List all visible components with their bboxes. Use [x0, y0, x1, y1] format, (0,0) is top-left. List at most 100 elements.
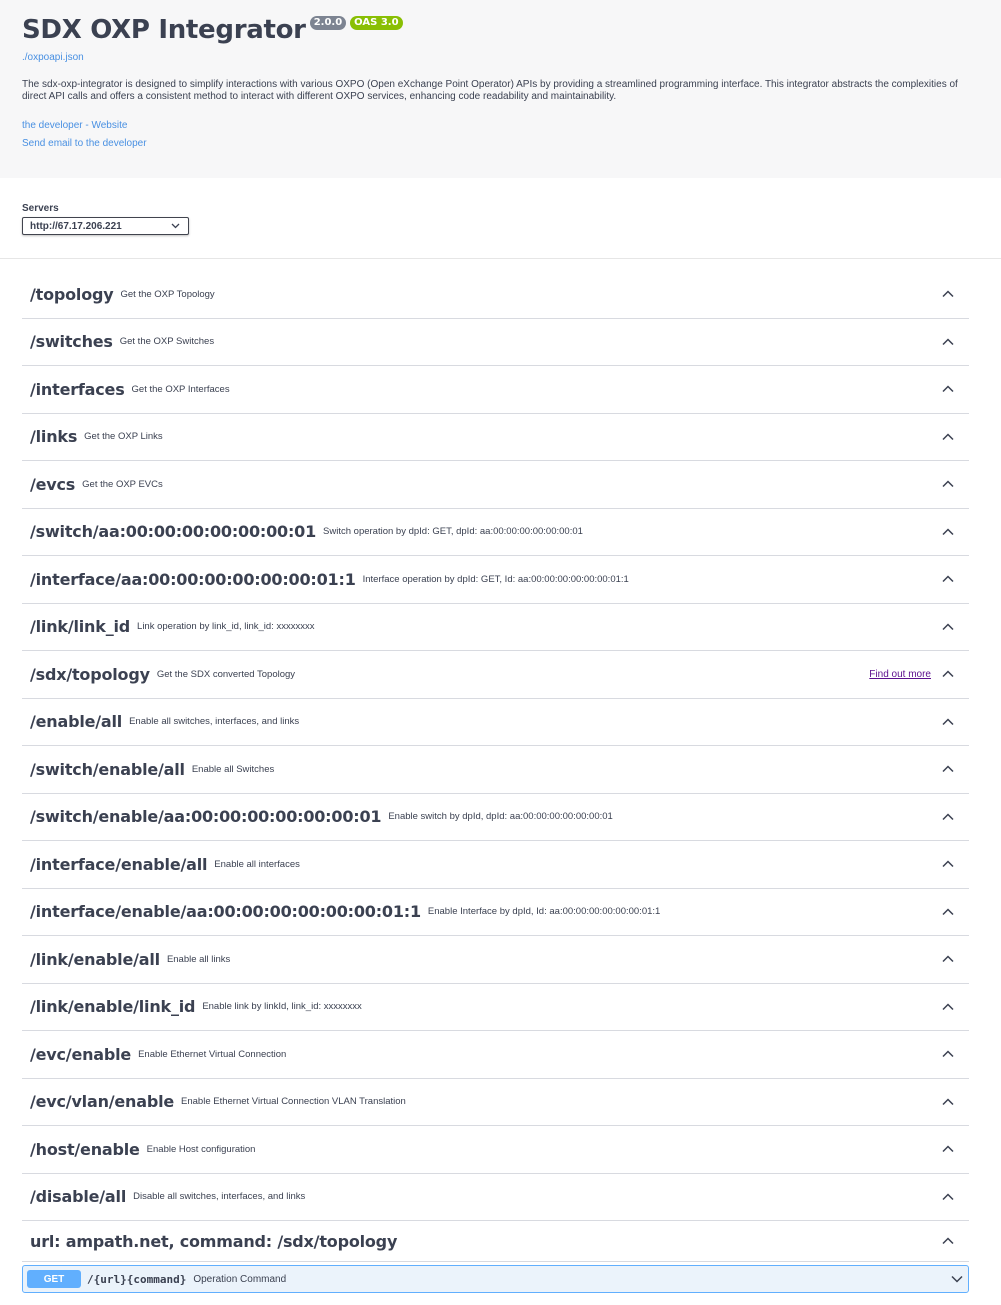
tag-name[interactable]: /topology	[30, 285, 114, 304]
operation-summary: Operation Command	[193, 1273, 287, 1285]
chevron-down-icon	[171, 223, 180, 229]
chevron-up-icon[interactable]	[941, 620, 955, 634]
tag-section[interactable]: /switches Get the OXP Switches	[22, 319, 969, 366]
tag-section[interactable]: /interface/enable/all Enable all interfac…	[22, 841, 969, 889]
chevron-up-icon[interactable]	[941, 905, 955, 919]
servers-section: Servers http://67.17.206.221	[0, 178, 1001, 259]
servers-label: Servers	[22, 203, 59, 214]
tag-name[interactable]: /switch/enable/all	[30, 760, 185, 779]
chevron-up-icon[interactable]	[941, 857, 955, 871]
tag-description: Get the OXP EVCs	[82, 478, 163, 490]
tag-description: Enable all switches, interfaces, and lin…	[129, 716, 300, 728]
tag-name[interactable]: /interfaces	[30, 380, 125, 399]
tag-section[interactable]: /link/enable/all Enable all links	[22, 936, 969, 984]
tag-description: Disable all switches, interfaces, and li…	[133, 1191, 306, 1203]
chevron-up-icon[interactable]	[941, 762, 955, 776]
tag-section[interactable]: /switch/enable/all Enable all Switches	[22, 746, 969, 794]
tag-section[interactable]: /topology Get the OXP Topology	[22, 271, 969, 319]
api-description: The sdx-oxp-integrator is designed to si…	[22, 79, 958, 102]
chevron-up-icon[interactable]	[941, 572, 955, 586]
tag-name[interactable]: url: ampath.net, command: /sdx/topology	[30, 1232, 397, 1251]
tag-description: Enable link by linkId, link_id: xxxxxxxx	[202, 1001, 362, 1013]
tag-section[interactable]: /evcs Get the OXP EVCs	[22, 461, 969, 509]
tag-description: Get the OXP Interfaces	[131, 383, 230, 395]
tag-section[interactable]: /link/link_id Link operation by link_id, …	[22, 604, 969, 651]
tag-name[interactable]: /enable/all	[30, 712, 122, 731]
chevron-up-icon[interactable]	[941, 1234, 955, 1248]
spec-url-link[interactable]: ./oxpoapi.json	[22, 52, 979, 63]
tag-description: Enable Ethernet Virtual Connection VLAN …	[181, 1096, 406, 1108]
tag-section[interactable]: /link/enable/link_id Enable link by linkI…	[22, 984, 969, 1031]
tag-name[interactable]: /switches	[30, 332, 113, 351]
tag-description: Enable all Switches	[191, 763, 275, 775]
tag-name[interactable]: /evc/enable	[30, 1045, 131, 1064]
tag-name[interactable]: /link/enable/link_id	[30, 997, 196, 1016]
version-badge: 2.0.0	[309, 16, 347, 30]
tag-description: Enable Host configuration	[146, 1143, 256, 1155]
operation-path: /{url}{command}	[87, 1272, 187, 1286]
tag-description: Switch operation by dpId: GET, dpId: aa:…	[323, 526, 583, 538]
tag-description: Enable all links	[166, 953, 231, 965]
oas-badge: OAS 3.0	[350, 16, 403, 30]
tag-description: Enable all interfaces	[214, 858, 300, 870]
chevron-down-icon[interactable]	[950, 1272, 964, 1286]
chevron-up-icon[interactable]	[941, 1190, 955, 1204]
chevron-up-icon[interactable]	[941, 715, 955, 729]
tag-name[interactable]: /disable/all	[30, 1187, 126, 1206]
chevron-up-icon[interactable]	[941, 1047, 955, 1061]
operation-get-url-command[interactable]: GET /{url}{command} Operation Command	[22, 1265, 969, 1293]
tag-section[interactable]: /interface/enable/aa:00:00:00:00:00:00:0…	[22, 889, 969, 936]
tag-name[interactable]: /host/enable	[30, 1140, 140, 1159]
tag-section[interactable]: /host/enable Enable Host configuration	[22, 1126, 969, 1174]
tag-description: Get the OXP Topology	[120, 288, 215, 300]
developer-website-link[interactable]: the developer - Website	[22, 117, 979, 135]
api-info: SDX OXP Integrator 2.0.0 OAS 3.0 ./oxpoa…	[0, 0, 1001, 178]
tag-description: Enable Interface by dpId, Id: aa:00:00:0…	[427, 906, 661, 918]
chevron-up-icon[interactable]	[941, 287, 955, 301]
chevron-up-icon[interactable]	[941, 477, 955, 491]
method-badge: GET	[27, 1270, 81, 1288]
title-row: SDX OXP Integrator 2.0.0 OAS 3.0	[22, 14, 979, 46]
chevron-up-icon[interactable]	[941, 525, 955, 539]
tag-name[interactable]: /evc/vlan/enable	[30, 1092, 174, 1111]
tag-name[interactable]: /link/link_id	[30, 617, 130, 636]
tag-name[interactable]: /interface/enable/aa:00:00:00:00:00:00:0…	[30, 902, 421, 921]
tag-description: Get the OXP Links	[84, 431, 163, 443]
tag-section[interactable]: url: ampath.net, command: /sdx/topology	[22, 1221, 969, 1262]
chevron-up-icon[interactable]	[941, 382, 955, 396]
tag-name[interactable]: /switch/aa:00:00:00:00:00:00:01	[30, 522, 316, 541]
tag-description: Enable switch by dpId, dpId: aa:00:00:00…	[388, 811, 613, 823]
server-select[interactable]: http://67.17.206.221	[22, 217, 189, 235]
chevron-up-icon[interactable]	[941, 1142, 955, 1156]
chevron-up-icon[interactable]	[941, 810, 955, 824]
tag-name[interactable]: /link/enable/all	[30, 950, 160, 969]
tag-section[interactable]: /evc/vlan/enable Enable Ethernet Virtual …	[22, 1079, 969, 1126]
chevron-up-icon[interactable]	[941, 335, 955, 349]
tag-section[interactable]: /switch/aa:00:00:00:00:00:00:01 Switch op…	[22, 509, 969, 556]
tag-section[interactable]: /enable/all Enable all switches, interfac…	[22, 699, 969, 746]
chevron-up-icon[interactable]	[941, 667, 955, 681]
server-select-value: http://67.17.206.221	[30, 220, 122, 232]
tag-section[interactable]: /interfaces Get the OXP Interfaces	[22, 366, 969, 414]
tag-section[interactable]: /interface/aa:00:00:00:00:00:00:01:1 Inte…	[22, 556, 969, 604]
developer-email-link[interactable]: Send email to the developer	[22, 135, 979, 153]
tag-description: Enable Ethernet Virtual Connection	[138, 1048, 287, 1060]
tag-section[interactable]: /disable/all Disable all switches, interf…	[22, 1174, 969, 1221]
tag-section[interactable]: /sdx/topology Get the SDX converted Topol…	[22, 651, 969, 699]
tag-name[interactable]: /evcs	[30, 475, 75, 494]
chevron-up-icon[interactable]	[941, 430, 955, 444]
tag-section[interactable]: /switch/enable/aa:00:00:00:00:00:00:01 En…	[22, 794, 969, 841]
chevron-up-icon[interactable]	[941, 1095, 955, 1109]
tag-name[interactable]: /links	[30, 427, 77, 446]
find-out-more-link[interactable]: Find out more	[869, 669, 931, 680]
chevron-up-icon[interactable]	[941, 952, 955, 966]
tag-description: Get the OXP Switches	[119, 336, 215, 348]
tag-name[interactable]: /switch/enable/aa:00:00:00:00:00:00:01	[30, 807, 382, 826]
tag-name[interactable]: /interface/aa:00:00:00:00:00:00:01:1	[30, 570, 356, 589]
api-title: SDX OXP Integrator	[22, 15, 306, 45]
tag-name[interactable]: /interface/enable/all	[30, 855, 207, 874]
chevron-up-icon[interactable]	[941, 1000, 955, 1014]
tag-section[interactable]: /evc/enable Enable Ethernet Virtual Conne…	[22, 1031, 969, 1079]
tag-section[interactable]: /links Get the OXP Links	[22, 414, 969, 461]
tag-name[interactable]: /sdx/topology	[30, 665, 150, 684]
